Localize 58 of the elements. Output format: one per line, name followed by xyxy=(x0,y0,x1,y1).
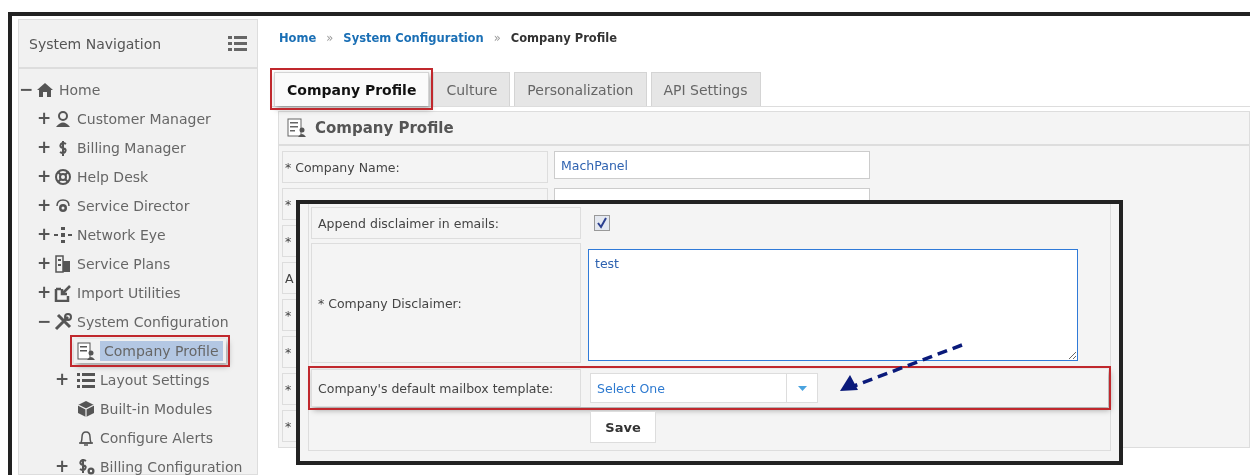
field-label: Company's default mailbox template: xyxy=(311,369,581,407)
tree-item[interactable]: Help Desk xyxy=(51,165,152,188)
building-icon xyxy=(54,254,72,273)
tree-item[interactable]: Billing Configuration xyxy=(74,455,246,475)
tree-item[interactable]: Import Utilities xyxy=(51,281,184,304)
cube-icon xyxy=(77,399,95,418)
breadcrumb-link[interactable]: Home xyxy=(279,31,317,45)
expand-toggle[interactable]: + xyxy=(37,226,51,243)
expand-toggle[interactable]: + xyxy=(37,168,51,185)
tab[interactable]: API Settings xyxy=(650,72,761,106)
tree-item[interactable]: Built-in Modules xyxy=(74,397,216,420)
tree-item[interactable]: Billing Manager xyxy=(51,136,189,159)
expand-toggle[interactable]: + xyxy=(55,458,69,475)
breadcrumb-link[interactable]: System Configuration xyxy=(343,31,484,45)
tree-item[interactable]: Service Director xyxy=(51,194,193,217)
lifebuoy-icon xyxy=(54,167,72,186)
network-icon xyxy=(54,225,72,244)
field-label: * Company Name: xyxy=(282,151,548,183)
tree-item[interactable]: System Configuration xyxy=(51,310,232,333)
panel-title: System Navigation xyxy=(29,35,162,52)
profile-document-icon xyxy=(287,118,307,138)
tree-item[interactable]: Layout Settings xyxy=(74,368,213,391)
user-icon xyxy=(54,109,72,128)
expand-toggle[interactable]: + xyxy=(37,284,51,301)
field-label: Append disclaimer in emails: xyxy=(311,207,581,239)
dropdown[interactable]: Select One xyxy=(590,373,818,403)
expand-toggle[interactable]: − xyxy=(37,313,51,330)
expand-toggle[interactable]: + xyxy=(55,371,69,388)
bell-icon xyxy=(77,428,95,447)
checkmark-icon xyxy=(596,217,608,229)
import-icon xyxy=(54,283,72,302)
panel-title: Company Profile xyxy=(315,119,454,137)
caret-down-icon xyxy=(797,385,807,391)
expand-toggle[interactable]: + xyxy=(37,139,51,156)
house-icon xyxy=(36,80,54,99)
list-icon[interactable] xyxy=(228,35,247,52)
field-label: * Company Disclaimer: xyxy=(311,243,581,363)
text-area[interactable]: test xyxy=(588,249,1078,361)
tree-item[interactable]: Service Plans xyxy=(51,252,174,275)
checkbox[interactable] xyxy=(594,215,610,231)
list-icon xyxy=(77,370,95,389)
tree-item[interactable]: Network Eye xyxy=(51,223,169,246)
save-button[interactable]: Save xyxy=(590,411,656,443)
tree-item[interactable]: Home xyxy=(33,78,104,101)
expand-toggle[interactable]: + xyxy=(37,197,51,214)
expand-toggle[interactable]: + xyxy=(37,255,51,272)
tab[interactable]: Personalization xyxy=(514,72,647,106)
breadcrumb-current: Company Profile xyxy=(510,31,618,45)
text-field[interactable]: MachPanel xyxy=(554,151,870,179)
tools-icon xyxy=(54,312,72,331)
tree-item[interactable]: Customer Manager xyxy=(51,107,214,130)
breadcrumb-separator: » xyxy=(493,31,501,45)
tree-item[interactable]: Configure Alerts xyxy=(74,426,216,449)
breadcrumb-separator: » xyxy=(326,31,334,45)
tab[interactable]: Culture xyxy=(433,72,511,106)
profile-document-icon xyxy=(77,341,95,360)
expand-toggle[interactable]: + xyxy=(37,110,51,127)
expand-toggle[interactable]: − xyxy=(19,81,33,98)
